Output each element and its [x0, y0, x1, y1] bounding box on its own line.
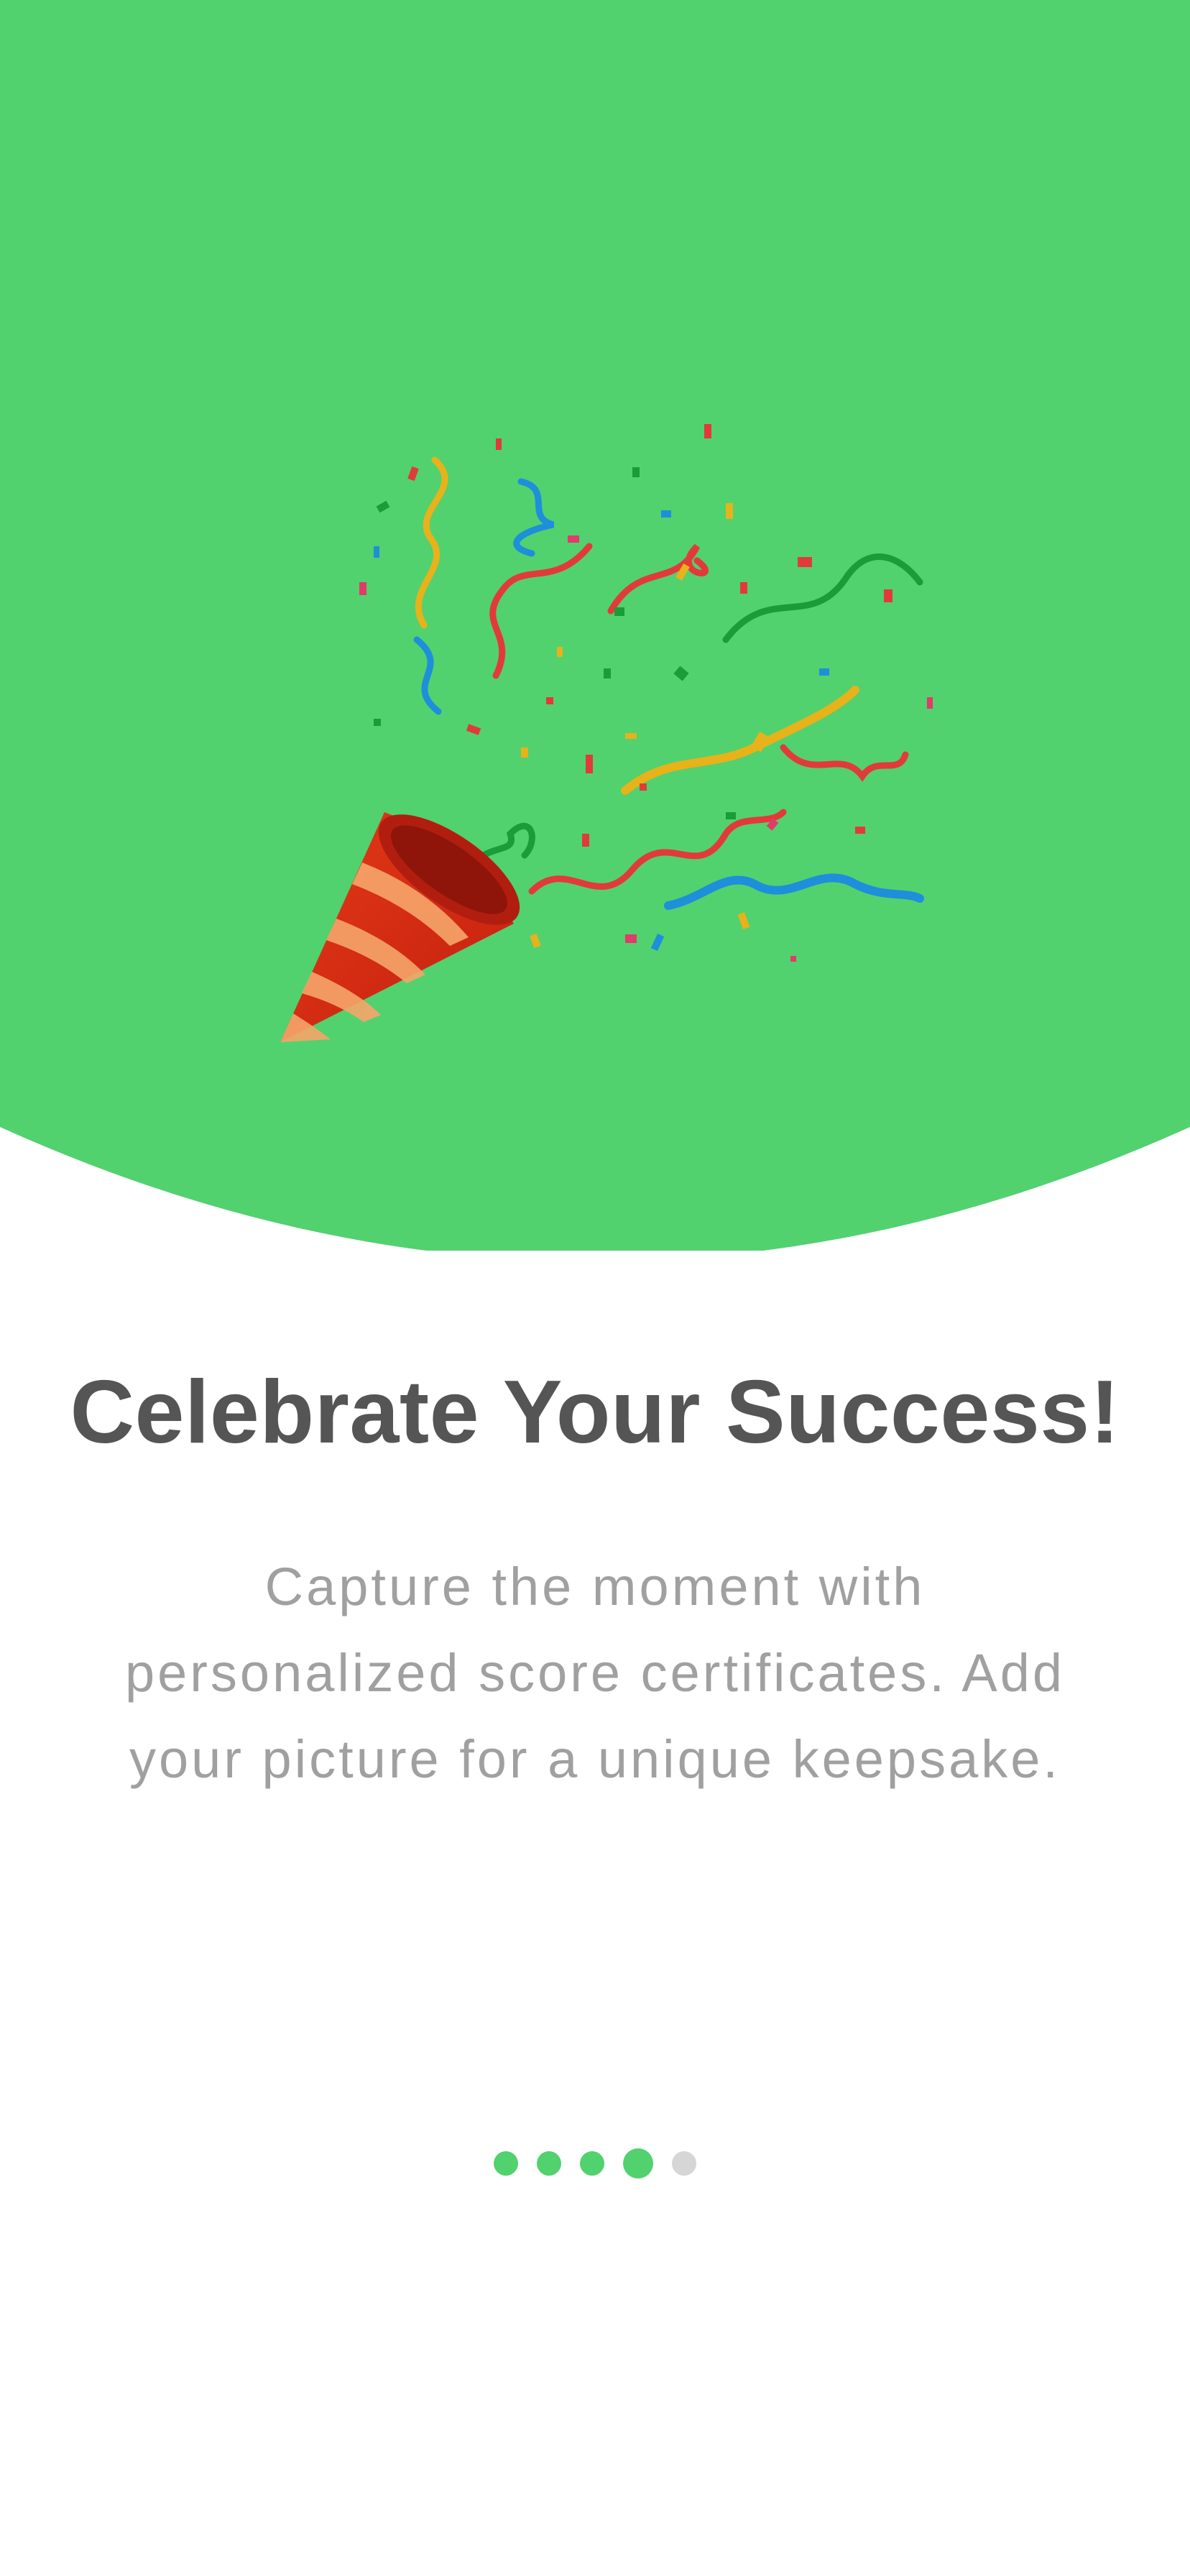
description-line: Capture the moment with: [264, 1557, 926, 1616]
page-dot-2[interactable]: [537, 2151, 561, 2176]
party-popper-icon: [280, 424, 933, 1042]
description-line: personalized score certificates. Add: [124, 1643, 1066, 1703]
description-line: your picture for a unique keepsake.: [129, 1729, 1061, 1789]
page-dot-4-active[interactable]: [623, 2148, 653, 2179]
page-indicator: [0, 2135, 1190, 2192]
page-dot-1[interactable]: [494, 2151, 518, 2176]
page-dot-3[interactable]: [580, 2151, 604, 2176]
onboarding-title: Celebrate Your Success!: [70, 1363, 1120, 1462]
onboarding-description: Capture the moment with personalized sco…: [101, 1544, 1089, 1803]
page-dot-5[interactable]: [672, 2151, 696, 2176]
hero-banner: [0, 0, 1190, 1251]
